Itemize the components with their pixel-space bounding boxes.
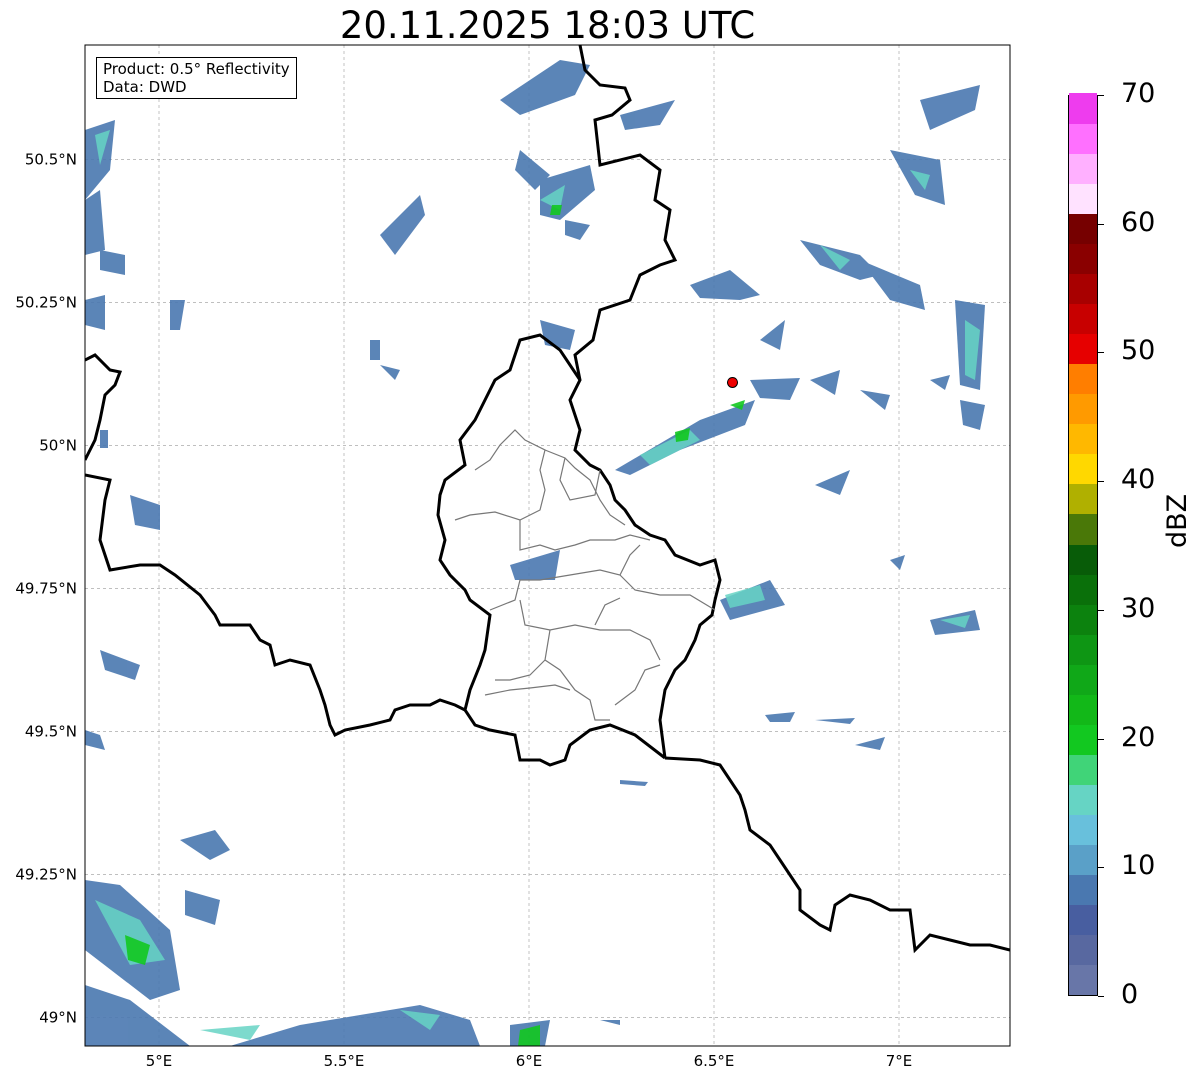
colorbar-segment	[1069, 363, 1097, 395]
colorbar-segment	[1069, 573, 1097, 605]
product-label: Product: 0.5° Reflectivity	[103, 60, 290, 78]
radar-map[interactable]: 5°E 5.5°E 6°E 6.5°E 7°E 49°N 49.25°N 49.5°N 49.…	[0, 0, 1060, 1081]
colorbar-segment	[1069, 303, 1097, 335]
colorbar-segment	[1069, 243, 1097, 275]
colorbar-segment	[1069, 213, 1097, 245]
x-tick-label: 6.5°E	[694, 1052, 735, 1070]
colorbar-segment	[1069, 814, 1097, 845]
colorbar-tick-mark	[1098, 352, 1104, 354]
colorbar-segment	[1069, 93, 1097, 125]
y-tick-label: 49.75°N	[15, 579, 77, 597]
colorbar-tick-mark	[1098, 996, 1104, 997]
colorbar-tick-label: 60	[1121, 206, 1156, 238]
colorbar-label: dBZ	[1162, 493, 1193, 548]
colorbar-segment	[1069, 273, 1097, 305]
colorbar-tick-mark	[1098, 481, 1104, 483]
colorbar-segment	[1069, 904, 1097, 935]
x-axis-ticks: 5°E 5.5°E 6°E 6.5°E 7°E	[146, 1052, 913, 1070]
x-tick-label: 7°E	[886, 1052, 913, 1070]
colorbar-segment	[1069, 844, 1097, 875]
colorbar-segment	[1069, 423, 1097, 455]
colorbar-tick-mark	[1098, 609, 1104, 611]
colorbar-tick-mark	[1098, 95, 1104, 96]
colorbar-segment	[1069, 694, 1097, 725]
y-tick-label: 49.5°N	[25, 722, 77, 740]
colorbar-segment	[1069, 754, 1097, 785]
data-source-label: Data: DWD	[103, 78, 187, 96]
x-tick-label: 5.5°E	[324, 1052, 365, 1070]
y-axis-ticks: 49°N 49.25°N 49.5°N 49.75°N 50°N 50.25°N 50.5°…	[15, 150, 77, 1026]
colorbar-segment	[1069, 603, 1097, 635]
colorbar-segment	[1069, 153, 1097, 185]
colorbar-segment	[1069, 333, 1097, 365]
colorbar-segment	[1069, 513, 1097, 545]
colorbar	[1068, 93, 1098, 996]
radar-site-marker[interactable]	[727, 376, 738, 388]
y-tick-label: 50.25°N	[15, 293, 77, 311]
colorbar-segment	[1069, 183, 1097, 215]
colorbar-segment	[1069, 664, 1097, 695]
colorbar-segment	[1069, 123, 1097, 155]
colorbar-tick-label: 30	[1121, 592, 1156, 624]
colorbar-segment	[1069, 393, 1097, 425]
colorbar-segment	[1069, 964, 1097, 995]
colorbar-segment	[1069, 483, 1097, 515]
colorbar-segment	[1069, 784, 1097, 815]
colorbar-segment	[1069, 934, 1097, 965]
colorbar-segment	[1069, 634, 1097, 665]
colorbar-tick-label: 0	[1121, 979, 1139, 1010]
x-tick-label: 6°E	[516, 1052, 543, 1070]
colorbar-tick-mark	[1098, 867, 1104, 869]
colorbar-segment	[1069, 543, 1097, 575]
colorbar-tick-label: 20	[1121, 721, 1156, 753]
colorbar-segment	[1069, 724, 1097, 755]
y-tick-label: 49°N	[39, 1008, 77, 1026]
colorbar-tick-mark	[1098, 223, 1104, 225]
colorbar-tick-label: 10	[1121, 850, 1156, 882]
x-tick-label: 5°E	[146, 1052, 173, 1070]
y-tick-label: 49.25°N	[15, 865, 77, 883]
colorbar-segment	[1069, 453, 1097, 485]
colorbar-segment	[1069, 874, 1097, 905]
colorbar-tick-label: 50	[1121, 335, 1156, 367]
colorbar-tick-mark	[1098, 738, 1104, 740]
colorbar-tick-label: 40	[1121, 464, 1156, 496]
y-tick-label: 50.5°N	[25, 150, 77, 168]
product-info-box: Product: 0.5° Reflectivity Data: DWD	[96, 57, 297, 99]
colorbar-tick-label: 70	[1121, 78, 1156, 109]
y-tick-label: 50°N	[39, 436, 77, 454]
